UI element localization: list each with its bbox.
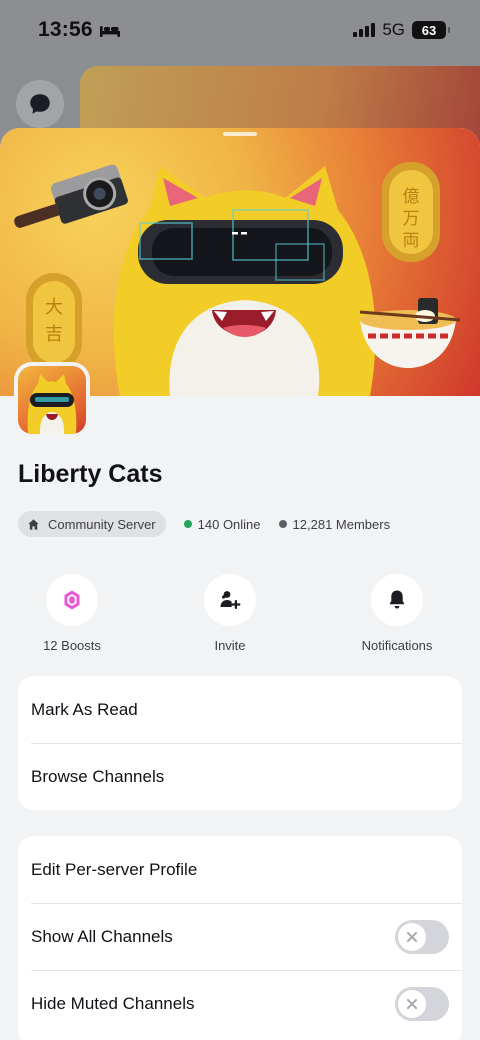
x-icon <box>407 999 417 1009</box>
browse-channels-label: Browse Channels <box>31 766 165 786</box>
show-all-channels-item: Show All Channels <box>18 903 462 970</box>
boost-gem-icon <box>64 590 80 610</box>
show-all-channels-label: Show All Channels <box>31 926 173 946</box>
server-banner: 億 万 両 大 吉 <box>0 128 480 396</box>
background-chat-icon <box>16 80 64 128</box>
svg-text:万: 万 <box>403 209 420 229</box>
member-count-label: 12,281 Members <box>292 516 391 532</box>
notifications-button[interactable]: Notifications <box>337 574 457 653</box>
community-server-chip[interactable]: Community Server <box>18 511 166 537</box>
read-actions-card: Mark As Read Browse Channels <box>18 676 462 810</box>
hide-muted-channels-label: Hide Muted Channels <box>31 993 195 1013</box>
hide-muted-channels-item: Hide Muted Channels <box>18 970 462 1037</box>
edit-server-profile-label: Edit Per-server Profile <box>31 859 198 879</box>
battery-level: 63 <box>421 22 437 38</box>
edit-server-profile-item[interactable]: Edit Per-server Profile <box>18 836 462 903</box>
server-icon[interactable] <box>14 362 90 438</box>
mark-as-read-item[interactable]: Mark As Read <box>18 676 462 743</box>
online-count-label: 140 Online <box>197 516 261 532</box>
battery-icon: 63 <box>412 21 450 39</box>
mark-as-read-label: Mark As Read <box>31 699 138 719</box>
drag-handle[interactable] <box>223 132 257 136</box>
svg-text:吉: 吉 <box>45 324 63 345</box>
home-icon <box>28 518 39 530</box>
members-dot-icon <box>278 520 287 528</box>
invite-label: Invite <box>214 638 246 653</box>
boosts-label: 12 Boosts <box>43 638 101 653</box>
quick-actions: 12 Boosts Invite Notifications <box>0 574 480 654</box>
x-icon <box>407 932 417 942</box>
server-type-label: Community Server <box>48 516 156 532</box>
add-person-icon <box>220 591 241 609</box>
svg-text:億: 億 <box>403 187 420 207</box>
network-type: 5G <box>382 20 405 39</box>
server-meta: Community Server 140 Online 12,281 Membe… <box>18 511 390 537</box>
online-count: 140 Online <box>183 516 261 532</box>
online-dot-icon <box>183 520 192 528</box>
bell-icon <box>389 590 405 609</box>
sleep-focus-icon <box>99 26 120 37</box>
cellular-signal-icon <box>353 23 376 37</box>
settings-card: Edit Per-server Profile Show All Channel… <box>18 836 462 1040</box>
hide-muted-channels-toggle[interactable] <box>395 987 449 1021</box>
server-name: Liberty Cats <box>18 460 163 488</box>
boosts-button[interactable]: 12 Boosts <box>12 574 132 653</box>
server-menu-sheet: 億 万 両 大 吉 Liberty Cats Community Server … <box>0 128 480 1040</box>
show-all-channels-toggle[interactable] <box>395 920 449 954</box>
status-time: 13:56 <box>38 18 93 41</box>
status-bar: 13:56 5G 63 <box>0 0 480 60</box>
svg-text:両: 両 <box>403 231 420 251</box>
notifications-label: Notifications <box>361 638 433 653</box>
invite-button[interactable]: Invite <box>170 574 290 653</box>
member-count: 12,281 Members <box>278 516 391 532</box>
browse-channels-item[interactable]: Browse Channels <box>18 743 462 810</box>
svg-text:大: 大 <box>45 297 63 318</box>
